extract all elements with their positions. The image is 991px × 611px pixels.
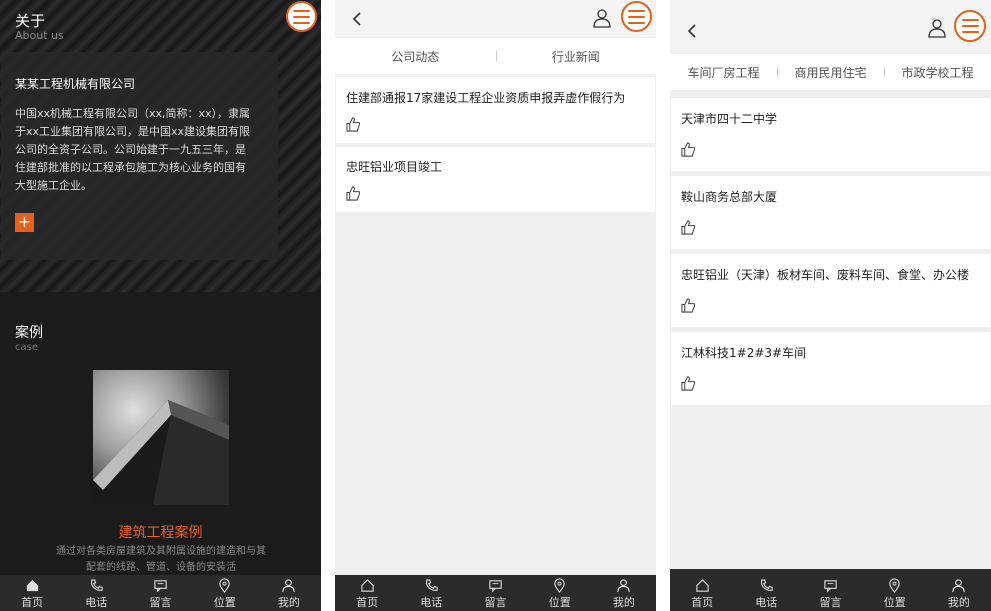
news-tabs: 公司动态 行业新闻 — [335, 38, 656, 74]
user-icon — [952, 579, 966, 593]
news-panel: 公司动态 行业新闻 住建部通报17家建设工程企业资质申报弄虚作假行为 忠旺铝业项… — [335, 0, 656, 611]
home-icon — [26, 579, 38, 592]
case-image[interactable] — [93, 370, 229, 505]
nav-home[interactable]: 首页 — [670, 569, 734, 611]
message-icon — [489, 580, 502, 593]
more-button[interactable]: + — [15, 213, 34, 232]
list-item[interactable]: 住建部通报17家建设工程企业资质申报弄虚作假行为 — [336, 77, 655, 143]
thumbs-up-icon[interactable] — [681, 220, 696, 235]
home-icon — [695, 579, 709, 592]
user-icon — [617, 579, 631, 593]
bottom-nav: 首页 电话 留言 位置 我的 — [670, 569, 991, 611]
message-icon — [824, 580, 837, 593]
company-name: 某某工程机械有限公司 — [15, 77, 136, 91]
case-title: 案例 — [15, 325, 43, 341]
about-title: 关于 — [15, 12, 46, 30]
nav-label: 我的 — [612, 596, 635, 609]
nav-label: 留言 — [484, 596, 507, 609]
header — [670, 0, 991, 50]
nav-label: 位置 — [548, 596, 571, 609]
nav-location[interactable]: 位置 — [193, 575, 257, 611]
nav-label: 留言 — [149, 596, 172, 609]
menu-icon[interactable] — [286, 1, 317, 32]
about-panel: 关于 About us 某某工程机械有限公司 中国xx机械工程有限公司（xx,简… — [0, 0, 321, 611]
tab-municipal[interactable]: 市政学校工程 — [884, 64, 991, 81]
item-title: 忠旺铝业项目竣工 — [346, 160, 443, 174]
menu-icon[interactable] — [621, 1, 652, 32]
tab-residential[interactable]: 商用民用住宅 — [777, 64, 884, 81]
nav-phone[interactable]: 电话 — [64, 575, 128, 611]
nav-label: 首页 — [691, 596, 714, 609]
nav-message[interactable]: 留言 — [128, 575, 192, 611]
nav-home[interactable]: 首页 — [0, 575, 64, 611]
company-description: 中国xx机械工程有限公司（xx,简称：xx），隶属于xx工业集团有限公司，是中国… — [15, 107, 251, 192]
back-icon[interactable] — [685, 23, 699, 39]
nav-label: 位置 — [883, 596, 906, 609]
tab-industry-news[interactable]: 行业新闻 — [495, 48, 657, 65]
tab-workshop[interactable]: 车间厂房工程 — [670, 64, 777, 81]
phone-icon — [425, 579, 438, 591]
item-title: 忠旺铝业（天津）板材车间、废料车间、食堂、办公楼 — [681, 268, 970, 282]
case-name[interactable]: 建筑工程案例 — [0, 522, 321, 542]
nav-mine[interactable]: 我的 — [257, 575, 321, 611]
message-icon — [154, 580, 167, 593]
nav-label: 电话 — [420, 596, 443, 609]
user-icon[interactable] — [592, 8, 612, 28]
phone-icon — [760, 579, 773, 591]
nav-phone[interactable]: 电话 — [399, 575, 463, 611]
bottom-nav: 首页 电话 留言 位置 我的 — [0, 575, 321, 611]
nav-label: 电话 — [85, 596, 108, 609]
list-item[interactable]: 江林科技1#2#3#车间 — [671, 332, 990, 405]
list-item[interactable]: 天津市四十二中学 — [671, 98, 990, 171]
user-icon — [282, 579, 296, 593]
menu-icon[interactable] — [954, 10, 986, 42]
nav-label: 首页 — [356, 596, 379, 609]
nav-message[interactable]: 留言 — [463, 575, 527, 611]
thumbs-up-icon[interactable] — [346, 186, 361, 201]
header — [335, 0, 656, 37]
item-title: 天津市四十二中学 — [681, 112, 778, 126]
item-title: 住建部通报17家建设工程企业资质申报弄虚作假行为 — [346, 91, 626, 105]
user-icon[interactable] — [927, 18, 947, 38]
home-icon — [360, 579, 374, 592]
tab-company-news[interactable]: 公司动态 — [335, 48, 496, 65]
nav-label: 电话 — [755, 596, 778, 609]
case-list-panel: 车间厂房工程 商用民用住宅 市政学校工程 天津市四十二中学 鞍山商务总部大厦 忠… — [670, 0, 991, 611]
nav-label: 我的 — [277, 596, 300, 609]
nav-location[interactable]: 位置 — [528, 575, 592, 611]
location-icon — [889, 578, 900, 593]
nav-phone[interactable]: 电话 — [734, 569, 798, 611]
case-description: 通过对各类房屋建筑及其附属设施的建造和与其配套的线路、管道、设备的安装活 — [56, 546, 266, 573]
nav-label: 我的 — [947, 596, 970, 609]
case-tabs: 车间厂房工程 商用民用住宅 市政学校工程 — [670, 54, 991, 90]
nav-location[interactable]: 位置 — [863, 569, 927, 611]
thumbs-up-icon[interactable] — [681, 376, 696, 391]
case-subtitle: case — [15, 342, 38, 353]
nav-message[interactable]: 留言 — [798, 569, 862, 611]
nav-label: 位置 — [213, 596, 236, 609]
bottom-nav: 首页 电话 留言 位置 我的 — [335, 575, 656, 611]
nav-mine[interactable]: 我的 — [927, 569, 991, 611]
thumbs-up-icon[interactable] — [681, 298, 696, 313]
list-item[interactable]: 鞍山商务总部大厦 — [671, 176, 990, 249]
location-icon — [554, 578, 565, 593]
about-subtitle: About us — [15, 29, 64, 42]
nav-home[interactable]: 首页 — [335, 575, 399, 611]
thumbs-up-icon[interactable] — [681, 142, 696, 157]
nav-label: 留言 — [819, 596, 842, 609]
nav-mine[interactable]: 我的 — [592, 575, 656, 611]
list-item[interactable]: 忠旺铝业项目竣工 — [336, 147, 655, 212]
thumbs-up-icon[interactable] — [346, 117, 361, 132]
list-item[interactable]: 忠旺铝业（天津）板材车间、废料车间、食堂、办公楼 — [671, 254, 990, 327]
item-title: 江林科技1#2#3#车间 — [681, 346, 807, 360]
nav-label: 首页 — [21, 596, 44, 609]
location-icon — [219, 578, 230, 593]
item-title: 鞍山商务总部大厦 — [681, 190, 778, 204]
phone-icon — [90, 579, 103, 591]
back-icon[interactable] — [350, 11, 364, 27]
